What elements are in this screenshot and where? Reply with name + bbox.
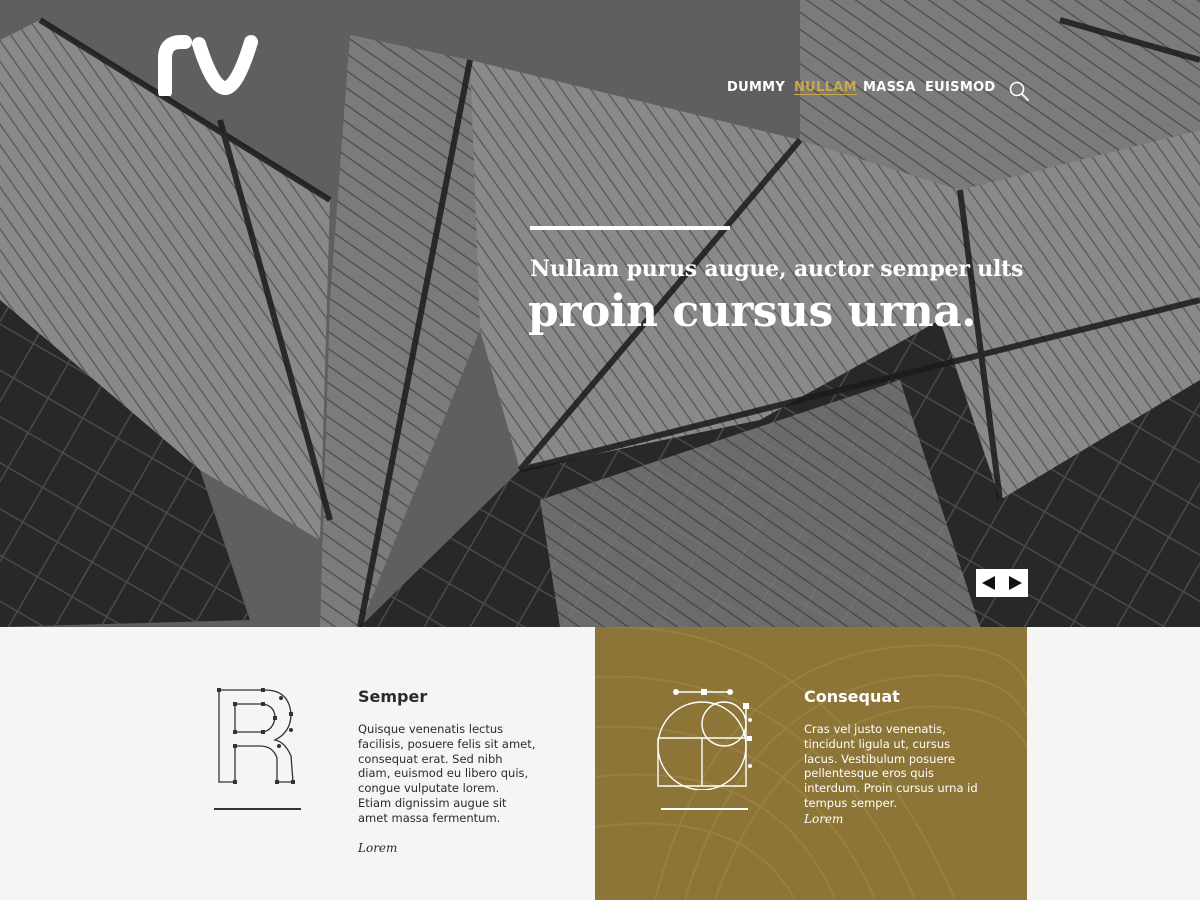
nav-item-massa[interactable]: MASSA	[863, 80, 916, 95]
slider-controls	[976, 569, 1028, 597]
hero-banner: DUMMY NULLAM MASSA EUISMOD Nullam purus …	[0, 0, 1200, 627]
card-title-consequat: Consequat	[804, 687, 900, 706]
card-title-semper: Semper	[358, 687, 428, 706]
hero-title: proin cursus urna.	[528, 286, 977, 337]
previous-slide-button[interactable]	[976, 569, 1002, 597]
letter-a-glyph-icon	[657, 689, 752, 790]
nav-item-euismod[interactable]: EUISMOD	[925, 80, 996, 95]
hero-subtitle: Nullam purus augue, auctor semper ults	[530, 256, 1024, 282]
nav-item-nullam[interactable]: NULLAM	[794, 80, 857, 95]
search-icon[interactable]	[1008, 80, 1030, 102]
card-text-semper: Quisque venenatis lectus facilisis, posu…	[358, 722, 536, 825]
card-text-consequat: Cras vel justo venenatis, tincidunt ligu…	[804, 722, 978, 810]
nav-item-dummy[interactable]: DUMMY	[727, 80, 785, 95]
letter-r-glyph-icon	[217, 688, 295, 784]
hero-divider	[530, 226, 730, 230]
card-underline-gold	[661, 808, 748, 810]
card-underline	[214, 808, 301, 810]
card-link-semper[interactable]: Lorem	[358, 841, 397, 855]
card-link-consequat[interactable]: Lorem	[804, 812, 843, 826]
next-slide-button[interactable]	[1002, 569, 1028, 597]
